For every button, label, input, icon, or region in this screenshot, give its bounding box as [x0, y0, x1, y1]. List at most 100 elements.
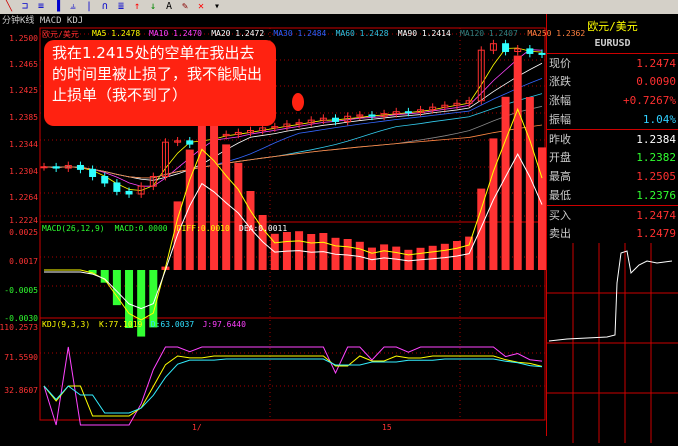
- candle: [89, 168, 97, 177]
- kdj-header-item: D:63.0037: [150, 320, 195, 329]
- y-axis-label: 1.2344: [9, 140, 38, 149]
- macd-bar: [416, 247, 425, 270]
- main-header-item: MA20 1.2472: [211, 29, 265, 38]
- quote-row: 昨收 1.2384: [547, 129, 678, 148]
- quote-label: 开盘: [549, 151, 571, 164]
- quote-value: 1.2474: [636, 57, 676, 70]
- main-header-item: MA5 1.2478: [92, 29, 141, 38]
- y-axis-label: 32.8607: [4, 386, 38, 395]
- macd-header-item: MACD:0.0000: [114, 224, 168, 233]
- marker-point: [292, 93, 304, 111]
- macd-bar: [501, 96, 510, 270]
- quote-value: 1.2384: [636, 133, 676, 146]
- kdj-header-item: J:97.6440: [202, 320, 246, 329]
- quote-panel: 欧元/美元 EURUSD 现价 1.2474 涨跌 0.0090 涨幅 +0.7267% 振…: [546, 14, 678, 443]
- macd-bar: [380, 244, 389, 270]
- quote-label: 买入: [549, 209, 571, 222]
- kdj-header-item: K:77.1019: [99, 320, 143, 329]
- macd-bar: [428, 245, 437, 270]
- main-header-item: MA120 1.2407: [460, 29, 518, 38]
- macd-bar: [185, 149, 194, 270]
- quote-row: 最高 1.2505: [547, 167, 678, 186]
- quote-value: 1.04%: [642, 113, 676, 126]
- time-label: 1/: [192, 423, 202, 432]
- main-header-item: MA90 1.2414: [397, 29, 451, 38]
- y-axis: 1.2500 1.2465 1.2425 1.2385 1.2344 1.2304 1.22…: [0, 28, 40, 436]
- quote-row: 振幅 1.04%: [547, 110, 678, 129]
- y-axis-label: 110.2573: [0, 323, 38, 332]
- main-header-item: MA10 1.2470: [149, 29, 202, 38]
- quote-value: 1.2479: [636, 227, 676, 240]
- quote-label: 涨幅: [549, 94, 571, 107]
- y-axis-label: -0.0005: [4, 286, 38, 295]
- y-axis-label: 71.5590: [4, 353, 38, 362]
- macd-header-item: MACD(26,12,9): [42, 224, 105, 233]
- quote-title: 欧元/美元: [587, 20, 638, 33]
- quote-value: 1.2505: [636, 170, 676, 183]
- quote-value: 1.2382: [636, 151, 676, 164]
- main-header-item: MA60 1.2428: [335, 29, 389, 38]
- y-axis-label: 1.2385: [9, 113, 38, 122]
- quote-row: 卖出 1.2479: [547, 224, 678, 243]
- candle: [101, 175, 109, 184]
- quote-label: 振幅: [549, 113, 571, 126]
- quote-row: 开盘 1.2382: [547, 148, 678, 167]
- quote-row: 最低 1.2376: [547, 186, 678, 205]
- quote-value: 1.2376: [636, 189, 676, 202]
- quote-value: 1.2474: [636, 209, 676, 222]
- candle: [332, 117, 340, 122]
- y-axis-label: 0.0025: [9, 228, 38, 237]
- quote-value: +0.7267%: [623, 94, 676, 107]
- macd-bar: [489, 138, 498, 270]
- quote-symbol: EURUSD: [594, 38, 631, 49]
- macd-header-item: DEA:0.0011: [239, 224, 288, 233]
- quote-label: 现价: [549, 57, 571, 70]
- candle: [368, 114, 376, 117]
- candle: [40, 166, 48, 169]
- main-header-item: 欧元/美元: [42, 30, 79, 39]
- main-header-item: MA30 1.2484: [273, 29, 327, 38]
- kdj-header-item: KDJ(9,3,3): [42, 320, 91, 329]
- candle: [113, 182, 121, 192]
- candle: [125, 190, 133, 195]
- macd-bar: [392, 246, 401, 270]
- macd-bar: [149, 270, 158, 328]
- quote-row: 现价 1.2474: [547, 53, 678, 72]
- y-axis-label: -0.0030: [4, 314, 38, 323]
- y-axis-label: 1.2224: [9, 216, 38, 225]
- macd-bar: [100, 270, 109, 283]
- y-axis-label: 1.2465: [9, 60, 38, 69]
- macd-bar: [538, 147, 546, 270]
- quote-label: 昨收: [549, 133, 571, 146]
- y-axis-label: 0.0017: [9, 257, 38, 266]
- price-line: [548, 250, 673, 342]
- quote-row: 买入 1.2474: [547, 205, 678, 224]
- macd-header-item: DIFF:0.0010: [176, 224, 230, 233]
- macd-bar: [210, 124, 219, 271]
- quote-value: 0.0090: [636, 75, 676, 88]
- candle: [502, 43, 510, 52]
- time-label: 15: [382, 423, 392, 432]
- intraday-chart: [547, 243, 678, 443]
- candle: [186, 140, 194, 145]
- y-axis-label: 1.2425: [9, 86, 38, 95]
- moving-average-line: [43, 124, 543, 179]
- quote-label: 最低: [549, 189, 571, 202]
- macd-bar: [513, 55, 522, 270]
- quote-label: 最高: [549, 170, 571, 183]
- candle: [76, 164, 84, 170]
- macd-bar: [222, 144, 231, 270]
- quote-row: 涨幅 +0.7267%: [547, 91, 678, 110]
- y-axis-label: 1.2264: [9, 193, 38, 202]
- quote-label: 涨跌: [549, 75, 571, 88]
- y-axis-label: 1.2500: [9, 34, 38, 43]
- candle: [52, 166, 60, 169]
- macd-bar: [404, 249, 413, 270]
- quote-row: 涨跌 0.0090: [547, 72, 678, 91]
- candle: [538, 52, 546, 55]
- candle: [526, 48, 534, 54]
- y-axis-label: 1.2304: [9, 167, 38, 176]
- candle: [404, 111, 412, 114]
- annotation-bubble: 我在1.2415处的空单在我出去的时间里被止损了，我不能贴出止损单（我不到了）: [44, 40, 276, 126]
- quote-label: 卖出: [549, 227, 571, 240]
